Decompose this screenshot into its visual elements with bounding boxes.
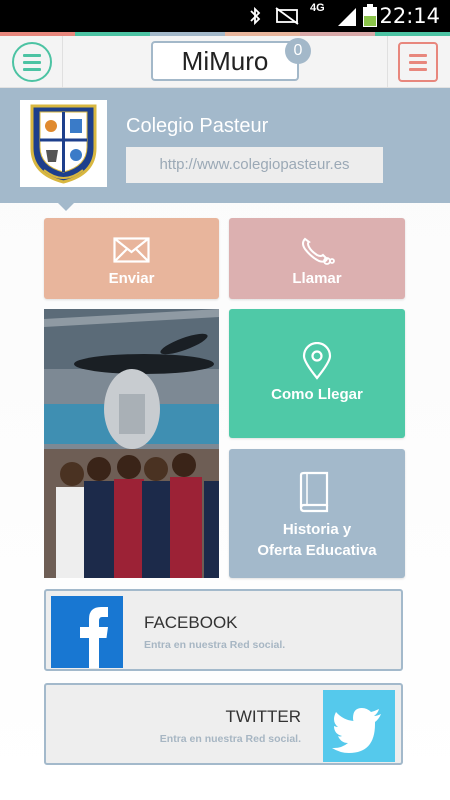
directions-button[interactable]: Como Llegar (229, 309, 405, 438)
network-type: 4G (310, 2, 325, 14)
call-label: Llamar (292, 270, 342, 287)
twitter-title: TWITTER (225, 707, 301, 726)
school-photo (44, 309, 219, 578)
pointer-notch (58, 203, 74, 211)
book-icon (299, 471, 329, 513)
app-title[interactable]: MiMuro (151, 41, 299, 81)
envelope-icon (113, 237, 150, 263)
list-menu-button[interactable] (398, 42, 438, 82)
profile-header: Colegio Pasteur http://www.colegiopasteu… (0, 88, 450, 211)
school-logo (20, 100, 107, 187)
twitter-subtitle: Entra en nuestra Red social. (159, 733, 301, 745)
website-link[interactable]: http://www.colegiopasteur.es (126, 147, 383, 183)
divider (62, 36, 63, 88)
call-button[interactable]: Llamar (229, 218, 405, 299)
history-button[interactable]: Historia y Oferta Educativa (229, 449, 405, 578)
battery-icon (363, 4, 377, 27)
school-name: Colegio Pasteur (126, 115, 269, 137)
facebook-subtitle: Entra en nuestra Red social. (144, 639, 286, 651)
bluetooth-icon (250, 6, 261, 26)
facebook-card[interactable]: FACEBOOK Entra en nuestra Red social. (44, 589, 403, 671)
mute-icon (275, 7, 299, 25)
menu-button[interactable] (12, 42, 52, 82)
twitter-icon (323, 690, 395, 762)
history-label-line1: Historia y (282, 521, 352, 538)
clock: 22:14 (379, 4, 440, 28)
notification-badge: 0 (285, 38, 311, 64)
twitter-card[interactable]: TWITTER Entra en nuestra Red social. (44, 683, 403, 765)
app-header: MiMuro 0 (0, 36, 450, 88)
location-pin-icon (302, 342, 332, 380)
directions-label: Como Llegar (271, 386, 363, 403)
facebook-icon (51, 596, 123, 668)
phone-icon (302, 237, 335, 265)
send-label: Enviar (108, 270, 155, 287)
status-bar: 4G 22:14 (0, 0, 450, 32)
history-label-line2: Oferta Educativa (257, 542, 377, 559)
send-button[interactable]: Enviar (44, 218, 219, 299)
facebook-title: FACEBOOK (144, 613, 238, 632)
signal-icon (338, 8, 356, 26)
divider (387, 36, 388, 88)
